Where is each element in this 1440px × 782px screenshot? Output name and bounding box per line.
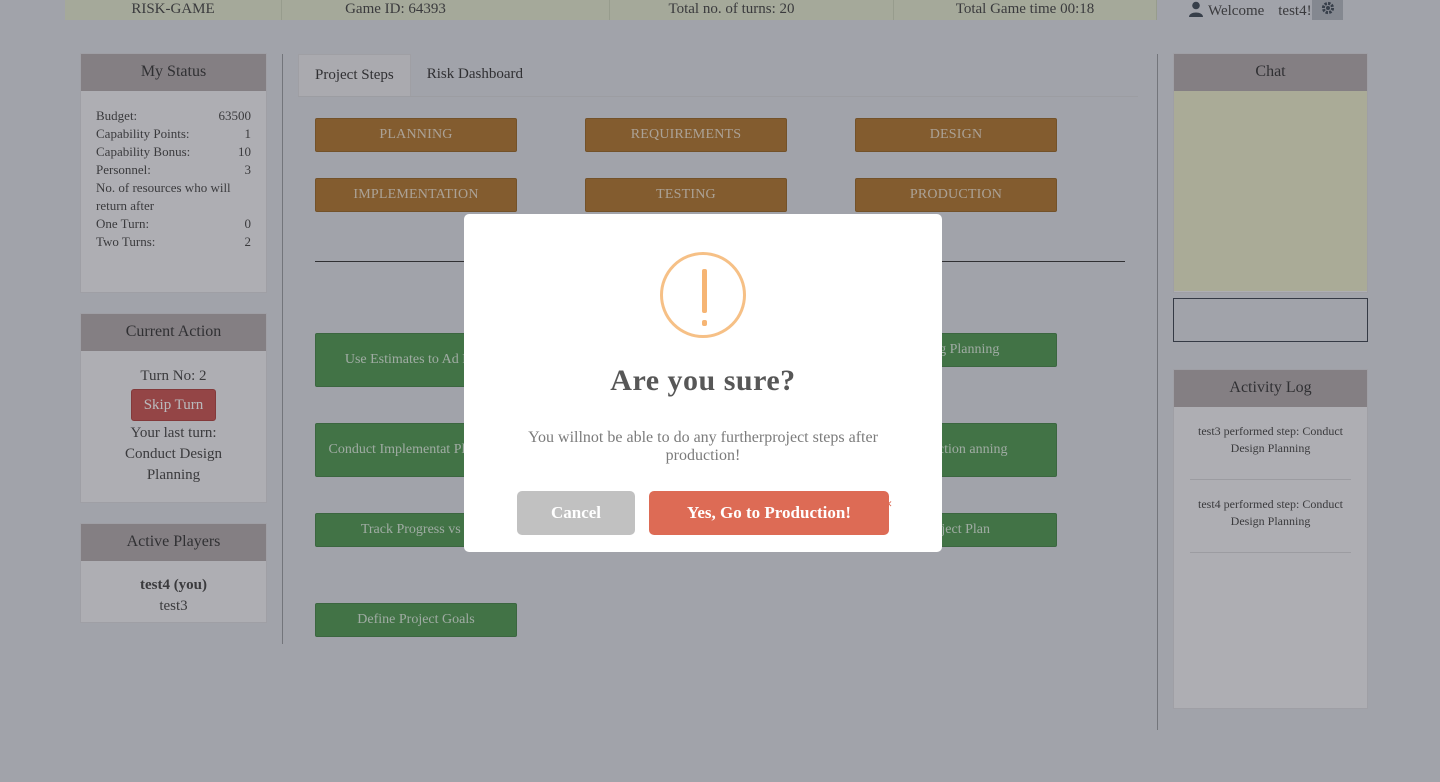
confirm-dialog: Are you sure? You willnot be able to do … xyxy=(464,214,942,552)
confirm-production-button[interactable]: Yes, Go to Production! xyxy=(649,491,889,535)
dialog-title: Are you sure? xyxy=(610,364,796,397)
cancel-button[interactable]: Cancel xyxy=(517,491,635,535)
dialog-message: You willnot be able to do any furtherpro… xyxy=(528,429,878,464)
close-icon[interactable]: × xyxy=(885,496,892,512)
warning-icon xyxy=(660,252,746,338)
